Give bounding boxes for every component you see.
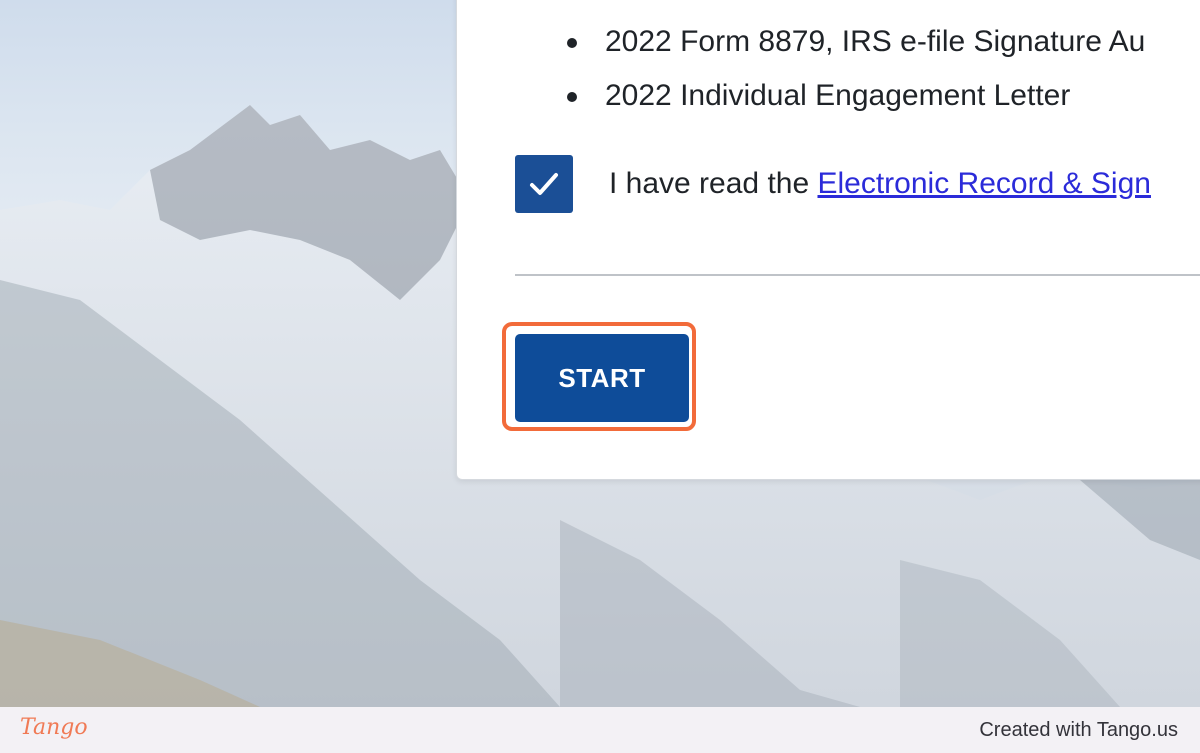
document-list: 2022 Form 8879, IRS e-file Signature Au … xyxy=(567,15,1145,123)
footer-bar: Tango Created with Tango.us xyxy=(0,707,1200,753)
divider xyxy=(515,274,1200,276)
consent-row: I have read the Electronic Record & Sign xyxy=(515,155,1151,213)
list-item: 2022 Form 8879, IRS e-file Signature Au xyxy=(567,15,1145,69)
consent-label: I have read the Electronic Record & Sign xyxy=(609,167,1151,201)
bullet-icon xyxy=(567,92,577,102)
created-with-credit: Created with Tango.us xyxy=(979,719,1178,741)
document-name: 2022 Individual Engagement Letter xyxy=(605,79,1071,112)
bullet-icon xyxy=(567,38,577,48)
checkmark-icon xyxy=(530,173,558,195)
consent-prefix: I have read the xyxy=(609,167,818,200)
electronic-record-link[interactable]: Electronic Record & Sign xyxy=(817,167,1151,200)
document-name: 2022 Form 8879, IRS e-file Signature Au xyxy=(605,25,1146,58)
start-button[interactable]: START xyxy=(515,334,689,422)
tango-logo: Tango xyxy=(20,715,88,740)
consent-checkbox[interactable] xyxy=(515,155,573,213)
list-item: 2022 Individual Engagement Letter xyxy=(567,69,1145,123)
